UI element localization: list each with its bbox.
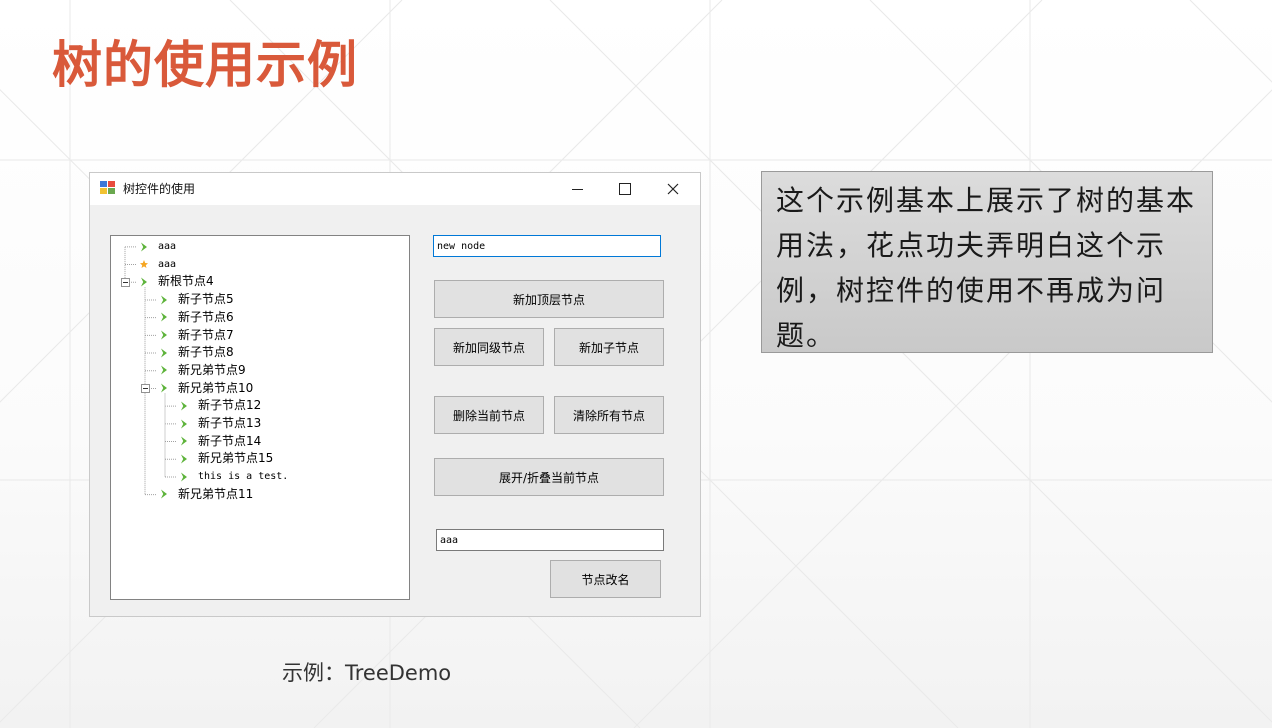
maximize-icon	[619, 183, 631, 195]
chevron-icon	[158, 294, 170, 306]
close-icon	[667, 183, 679, 195]
tree-node-label: aaa	[158, 241, 177, 252]
toggle-expand-button[interactable]: 展开/折叠当前节点	[434, 458, 664, 496]
slide-title: 树的使用示例	[52, 36, 358, 94]
chevron-icon	[158, 364, 170, 376]
tree-node-label: 新兄弟节点10	[178, 380, 254, 395]
tree-node-label: 新兄弟节点15	[198, 451, 274, 466]
add-top-node-button[interactable]: 新加顶层节点	[434, 280, 664, 318]
tree-node[interactable]: 新子节点12	[178, 397, 261, 414]
clear-nodes-button[interactable]: 清除所有节点	[554, 396, 664, 434]
app-window: 树控件的使用 aaa aaa 新根节点4 新子节点5 新子节点6 新子节点7 新子节点8 新兄…	[89, 172, 701, 617]
rename-input[interactable]	[436, 529, 664, 551]
minimize-icon	[571, 188, 583, 190]
star-icon	[138, 258, 150, 270]
demo-caption: 示例：TreeDemo	[282, 661, 452, 685]
chevron-icon	[178, 453, 190, 465]
chevron-icon	[138, 276, 150, 288]
tree-node-label: 新子节点13	[198, 416, 262, 430]
tree-node-label: 新子节点7	[178, 327, 234, 342]
tree-node-label: 新子节点6	[178, 309, 234, 324]
chevron-icon	[178, 435, 190, 447]
window-titlebar[interactable]: 树控件的使用	[90, 173, 700, 205]
tree-node[interactable]: 新子节点5	[158, 291, 234, 308]
tree-node[interactable]: 新子节点7	[158, 327, 234, 344]
tree-node-label: aaa	[158, 258, 177, 270]
collapse-toggle-icon[interactable]	[121, 277, 130, 287]
minimize-button[interactable]	[554, 173, 600, 205]
tree-node[interactable]: aaa	[138, 238, 176, 255]
tree-node-label: 新子节点8	[178, 345, 234, 360]
add-sibling-node-button[interactable]: 新加同级节点	[434, 328, 544, 366]
tree-node[interactable]: 新子节点8	[158, 344, 234, 361]
tree-node-label: 新根节点4	[158, 274, 214, 289]
rename-node-button[interactable]: 节点改名	[550, 560, 661, 598]
tree-node-label: 新兄弟节点9	[178, 362, 246, 377]
tree-node-label: 新子节点12	[198, 398, 262, 413]
app-icon	[100, 181, 116, 195]
tree-node-label: this is a test.	[198, 471, 289, 483]
tree-node[interactable]: 新兄弟节点9	[158, 362, 246, 379]
window-title: 树控件的使用	[123, 182, 196, 196]
collapse-toggle-icon[interactable]	[141, 383, 150, 393]
delete-node-button[interactable]: 删除当前节点	[434, 396, 544, 434]
tree-node[interactable]: 新子节点14	[178, 433, 261, 450]
chevron-icon	[178, 418, 190, 430]
tree-node[interactable]: aaa	[138, 256, 176, 273]
chevron-icon	[158, 347, 170, 359]
tree-view[interactable]: aaa aaa 新根节点4 新子节点5 新子节点6 新子节点7 新子节点8 新兄弟节点9 新兄弟…	[110, 235, 410, 600]
chevron-icon	[178, 471, 190, 483]
add-child-node-button[interactable]: 新加子节点	[554, 328, 664, 366]
chevron-icon	[178, 400, 190, 412]
tree-node-label: 新子节点14	[198, 433, 262, 448]
chevron-icon	[158, 382, 170, 394]
description-box: 这个示例基本上展示了树的基本用法，花点功夫弄明白这个示例，树控件的使用不再成为问…	[761, 171, 1213, 353]
chevron-icon	[158, 329, 170, 341]
maximize-button[interactable]	[602, 173, 648, 205]
tree-node[interactable]: 新子节点13	[178, 415, 261, 432]
tree-node-label: 新子节点5	[178, 292, 234, 307]
chevron-icon	[158, 488, 170, 500]
tree-node[interactable]: this is a test.	[178, 468, 288, 485]
node-name-input[interactable]	[433, 235, 661, 257]
close-button[interactable]	[650, 173, 696, 205]
tree-node[interactable]: 新子节点6	[158, 309, 234, 326]
tree-node[interactable]: 新兄弟节点15	[178, 450, 273, 467]
chevron-icon	[138, 241, 150, 253]
tree-node[interactable]: 新兄弟节点10	[158, 380, 253, 397]
description-text: 这个示例基本上展示了树的基本用法，花点功夫弄明白这个示例，树控件的使用不再成为问…	[776, 184, 1197, 352]
chevron-icon	[158, 311, 170, 323]
tree-node[interactable]: 新根节点4	[138, 273, 214, 290]
tree-node[interactable]: 新兄弟节点11	[158, 486, 253, 503]
tree-node-label: 新兄弟节点11	[178, 486, 254, 501]
